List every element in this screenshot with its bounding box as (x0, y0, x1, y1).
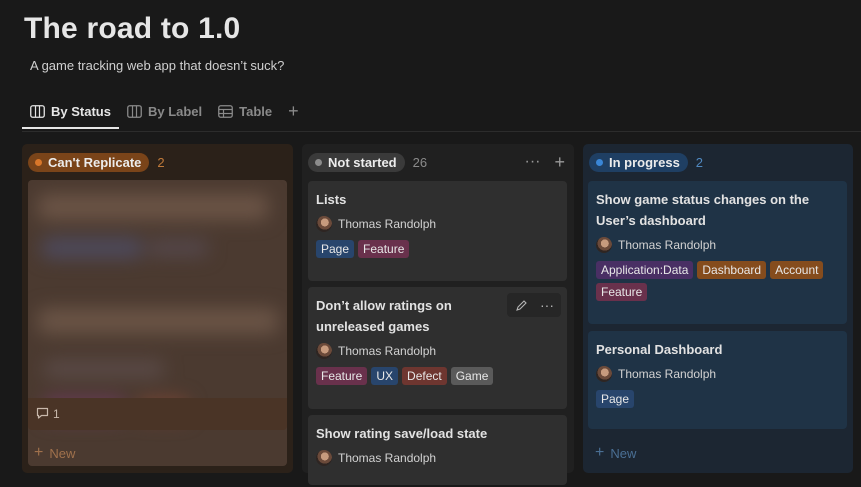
column-header: In progress 2 (589, 152, 847, 172)
tag-ux: UX (371, 367, 399, 385)
comment-icon (36, 407, 49, 422)
avatar (316, 343, 332, 359)
card-personal-dashboard[interactable]: Personal Dashboard Thomas Randolph Page (588, 331, 847, 429)
status-label: Not started (328, 154, 397, 170)
tag-feature: Feature (358, 240, 410, 258)
card-ratings-unreleased[interactable]: Don’t allow ratings on unreleased games … (308, 287, 567, 409)
column-header: Can't Replicate 2 (28, 152, 287, 172)
column-count: 2 (695, 154, 704, 170)
card-title: Show rating save/load state (316, 426, 488, 441)
assignee-name: Thomas Randolph (338, 451, 437, 465)
plus-icon: + (34, 444, 44, 461)
column-not-started: Not started 26 ··· + Lists Thomas Randol… (302, 144, 574, 485)
tab-by-label[interactable]: By Label (119, 98, 210, 128)
plus-icon: + (595, 444, 605, 461)
new-card-button[interactable]: + New (34, 444, 75, 462)
assignee: Thomas Randolph (596, 366, 839, 382)
column-header: Not started 26 ··· + (308, 152, 568, 172)
tag-list: Feature UX Defect Game (316, 367, 559, 385)
status-dot-icon (596, 158, 603, 166)
status-pill[interactable]: Not started (308, 152, 405, 172)
more-options-icon[interactable]: ··· (522, 154, 544, 170)
assignee: Thomas Randolph (316, 343, 559, 359)
edit-icon[interactable] (509, 295, 533, 315)
status-pill[interactable]: In progress (589, 152, 688, 172)
board-icon (30, 105, 45, 118)
more-options-icon[interactable]: ··· (535, 295, 559, 315)
tab-table[interactable]: Table (210, 98, 280, 128)
tag-application-data: Application:Data (596, 261, 694, 279)
board-page: The road to 1.0 A game tracking web app … (0, 0, 861, 487)
tab-label: By Label (147, 104, 203, 119)
assignee: Thomas Randolph (596, 237, 839, 253)
card-rating-save-load[interactable]: Show rating save/load state Thomas Rando… (308, 415, 567, 485)
assignee-name: Thomas Randolph (618, 238, 717, 252)
assignee-name: Thomas Randolph (618, 367, 717, 381)
add-card-icon[interactable]: + (551, 153, 568, 171)
card-title: Show game status changes on the User’s d… (596, 192, 810, 228)
tag-list: Page Feature (316, 240, 559, 258)
column-in-progress: In progress 2 Show game status changes o… (583, 144, 853, 473)
view-tabs: By Status By Label Table + (22, 98, 861, 132)
card-footer: 1 (28, 398, 287, 430)
avatar (596, 237, 612, 253)
status-pill[interactable]: Can't Replicate (28, 152, 150, 172)
tag-page: Page (596, 390, 635, 408)
tag-list: Page (596, 390, 839, 408)
tag-list: Application:Data Dashboard Account Featu… (596, 261, 839, 301)
column-count: 2 (157, 154, 165, 170)
column-cant-replicate: Can't Replicate 2 1 + New (22, 144, 293, 473)
card-game-status-dashboard[interactable]: Show game status changes on the User’s d… (588, 181, 847, 324)
assignee-name: Thomas Randolph (338, 344, 437, 358)
assignee-name: Thomas Randolph (338, 217, 437, 231)
card-title: Lists (316, 192, 347, 207)
avatar (316, 450, 332, 466)
status-dot-icon (35, 158, 42, 166)
tag-game: Game (450, 367, 494, 385)
plus-icon: + (288, 101, 299, 121)
status-label: Can't Replicate (48, 154, 142, 170)
table-icon (218, 105, 234, 118)
card-hover-tools: ··· (507, 293, 561, 317)
page-title: The road to 1.0 (24, 12, 241, 45)
tag-defect: Defect (402, 367, 447, 385)
column-count: 26 (412, 154, 428, 170)
status-label: In progress (609, 154, 680, 170)
tab-by-status[interactable]: By Status (22, 98, 119, 129)
tag-feature: Feature (316, 367, 368, 385)
tag-account: Account (770, 261, 824, 279)
tag-feature: Feature (596, 283, 648, 301)
new-label: New (49, 445, 76, 461)
add-view-button[interactable]: + (280, 98, 307, 124)
new-label: New (610, 445, 637, 461)
tag-dashboard: Dashboard (697, 261, 767, 279)
tag-page: Page (316, 240, 355, 258)
assignee: Thomas Randolph (316, 216, 559, 232)
comment-count: 1 (53, 407, 60, 421)
card-title: Personal Dashboard (596, 342, 723, 357)
new-card-button[interactable]: + New (595, 444, 636, 462)
avatar (316, 216, 332, 232)
board-icon (127, 105, 142, 118)
tab-label: Table (239, 104, 273, 119)
avatar (596, 366, 612, 382)
status-dot-icon (315, 158, 322, 166)
tab-label: By Status (51, 104, 111, 119)
card-lists[interactable]: Lists Thomas Randolph Page Feature (308, 181, 567, 281)
page-description: A game tracking web app that doesn’t suc… (30, 58, 285, 73)
assignee: Thomas Randolph (316, 450, 559, 466)
